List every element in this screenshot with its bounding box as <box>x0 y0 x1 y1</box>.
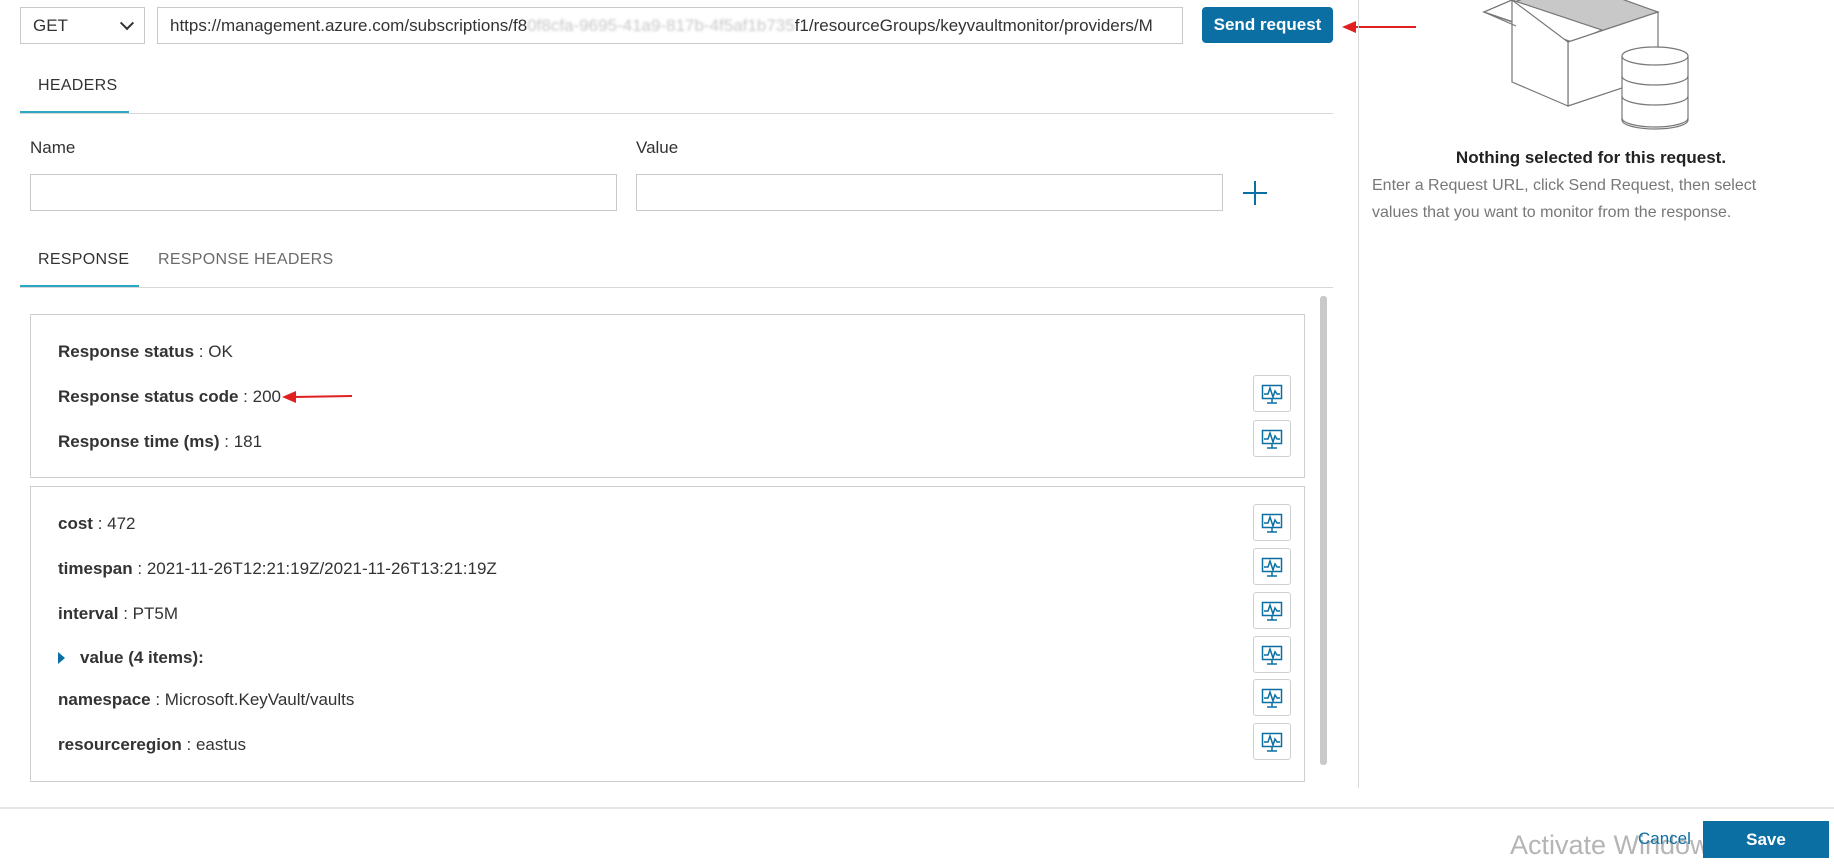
header-value-label: Value <box>636 138 679 157</box>
panel-divider <box>1358 0 1359 788</box>
row-key: cost <box>58 514 93 533</box>
response-time-row: Response time (ms) : 181 <box>58 432 263 451</box>
monitor-chart-icon <box>1261 557 1283 577</box>
monitor-value-button[interactable] <box>1253 636 1291 673</box>
cancel-button[interactable]: Cancel <box>1638 829 1691 849</box>
monitor-chart-icon <box>1261 601 1283 621</box>
row-value: 2021-11-26T12:21:19Z/2021-11-26T13:21:19… <box>146 559 497 578</box>
method-value: GET <box>33 15 68 35</box>
monitor-response-time-button[interactable] <box>1253 420 1291 457</box>
sidebar-title: Nothing selected for this request. <box>1455 148 1727 167</box>
tab-response-headers[interactable]: RESPONSE HEADERS <box>158 251 334 269</box>
tab-response-headers-label: RESPONSE HEADERS <box>158 251 334 268</box>
monitor-cost-button[interactable] <box>1253 504 1291 541</box>
tab-headers-label: HEADERS <box>38 77 118 94</box>
url-suffix: f1/resourceGroups/keyvaultmonitor/provid… <box>794 15 1153 35</box>
row-value: 472 <box>107 514 136 533</box>
empty-box-database-illustration-icon <box>1482 0 1689 130</box>
row-key: interval <box>58 604 119 623</box>
monitor-chart-icon <box>1261 384 1283 404</box>
namespace-row: namespace : Microsoft.KeyVault/vaults <box>58 690 355 709</box>
method-select[interactable]: GET <box>20 7 145 44</box>
response-status-code-row: Response status code : 200 <box>58 387 281 406</box>
send-request-button[interactable]: Send request <box>1202 7 1333 43</box>
row-value: PT5M <box>132 604 178 623</box>
divider <box>20 287 1333 288</box>
row-key: Response status <box>58 342 195 361</box>
monitor-status-code-button[interactable] <box>1253 375 1291 412</box>
monitor-chart-icon <box>1261 645 1283 665</box>
row-key: namespace <box>58 690 151 709</box>
timespan-row: timespan : 2021-11-26T12:21:19Z/2021-11-… <box>58 559 497 578</box>
monitor-chart-icon <box>1261 429 1283 449</box>
row-key: timespan <box>58 559 133 578</box>
row-key: value (4 items): <box>80 648 204 667</box>
tab-response[interactable]: RESPONSE <box>38 251 129 269</box>
row-key: resourceregion <box>58 735 182 754</box>
monitor-resourceregion-button[interactable] <box>1253 723 1291 760</box>
cost-row: cost : 472 <box>58 514 136 533</box>
divider <box>20 113 1333 114</box>
row-key: Response time (ms) <box>58 432 220 451</box>
monitor-chart-icon <box>1261 732 1283 752</box>
chevron-down-icon <box>119 15 135 30</box>
annotation-arrow-icon <box>282 391 353 403</box>
monitor-namespace-button[interactable] <box>1253 679 1291 716</box>
header-value-input[interactable] <box>636 174 1223 211</box>
response-scrollbar[interactable] <box>1320 296 1327 765</box>
response-status-row: Response status : OK <box>58 342 233 361</box>
tab-response-label: RESPONSE <box>38 251 130 268</box>
row-value: eastus <box>195 735 247 754</box>
response-status-panel: Response status : OK Response status cod… <box>30 314 1305 478</box>
row-key: Response status code <box>58 387 239 406</box>
resourceregion-row: resourceregion : eastus <box>58 735 247 754</box>
header-name-label: Name <box>30 138 76 157</box>
header-name-input[interactable] <box>30 174 617 211</box>
row-value: 181 <box>233 432 263 451</box>
request-url-input[interactable]: https://management.azure.com/subscriptio… <box>157 7 1183 44</box>
monitor-interval-button[interactable] <box>1253 592 1291 629</box>
sidebar-description: Enter a Request URL, click Send Request,… <box>1372 177 1757 221</box>
row-value: 200 <box>252 387 281 406</box>
row-value: OK <box>208 342 233 361</box>
footer-divider <box>0 807 1834 809</box>
add-header-plus-icon[interactable] <box>1242 180 1268 206</box>
monitor-timespan-button[interactable] <box>1253 548 1291 585</box>
monitor-chart-icon <box>1261 688 1283 708</box>
tab-headers[interactable]: HEADERS <box>38 77 117 95</box>
save-button[interactable]: Save <box>1703 821 1829 858</box>
url-blurred-segment: 0f8cfa-9695-41a9-817b-4f5af1b735 <box>527 15 795 35</box>
url-prefix: https://management.azure.com/subscriptio… <box>170 15 528 35</box>
value-array-row[interactable]: value (4 items): <box>58 648 204 668</box>
response-body-panel: cost : 472 timespan : 2021-11-26T12:21:1… <box>30 486 1305 782</box>
annotation-arrow-icon <box>1342 21 1416 33</box>
monitor-chart-icon <box>1261 513 1283 533</box>
activate-windows-watermark: Activate Windows <box>1510 830 1724 860</box>
interval-row: interval : PT5M <box>58 604 178 623</box>
expand-caret-icon[interactable] <box>58 652 65 664</box>
row-value: Microsoft.KeyVault/vaults <box>164 690 355 709</box>
